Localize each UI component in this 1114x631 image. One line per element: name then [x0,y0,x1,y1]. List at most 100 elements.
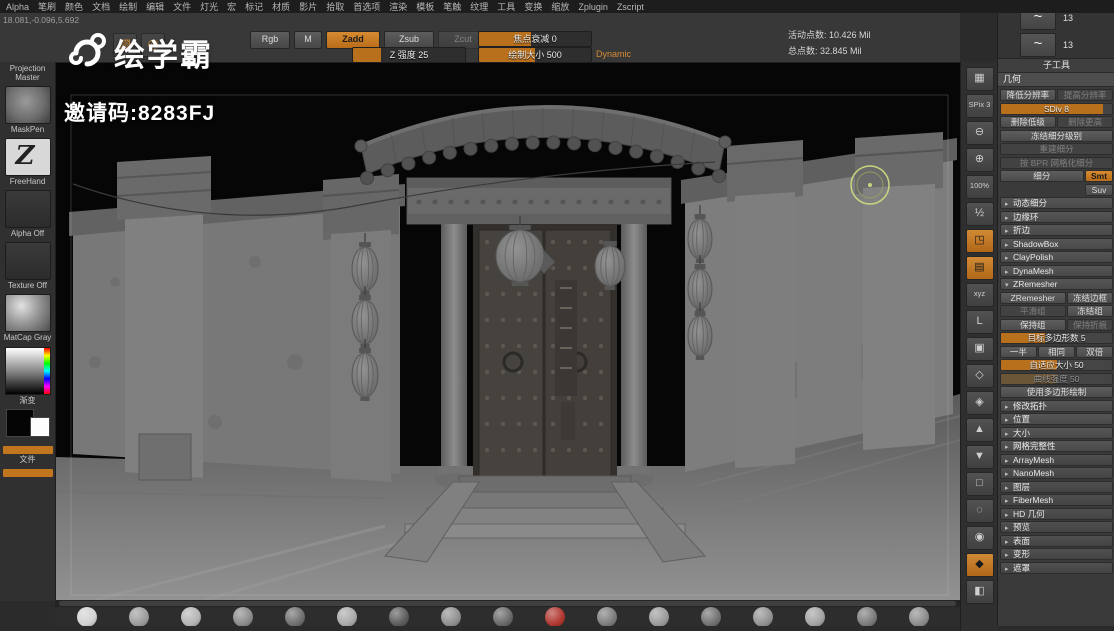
panel-slider[interactable]: 曲线强度 50 [1000,372,1113,385]
menu-item-13[interactable]: 首选项 [353,0,380,13]
panel-button[interactable]: 冻结细分级别 [1000,129,1113,142]
panel-button[interactable]: 提高分辨率 [1057,89,1113,101]
section-header[interactable]: ▸ DynaMesh [1000,264,1113,277]
stroke-preview-row[interactable]: ~ 13 [1020,33,1073,57]
mode-button-rgb[interactable]: Rgb [250,31,290,49]
menu-item-5[interactable]: 编辑 [146,0,164,13]
matcap-thumbnail[interactable] [337,607,357,626]
menu-item-1[interactable]: 笔刷 [38,0,56,13]
section-header[interactable]: ▸ 折边 [1000,224,1113,236]
ghost-button[interactable]: ◌ [965,499,994,523]
menu-item-14[interactable]: 渲染 [389,0,407,13]
geometry-section-header[interactable]: 几何 [998,73,1114,87]
panel-button[interactable]: 保持组 [1000,318,1066,331]
matcap-thumbnail[interactable] [233,607,253,626]
menu-item-4[interactable]: 绘制 [119,0,137,13]
menu-item-15[interactable]: 模板 [416,0,434,13]
move-down-button[interactable]: ▼ [965,445,994,469]
aa-half-button[interactable]: ½ [965,202,994,226]
panel-button[interactable]: 重建细分 [1000,143,1113,155]
panel-button[interactable]: 保持折痕 [1067,318,1113,331]
section-header[interactable]: ▸ 修改拓扑 [1000,399,1113,412]
matcap-thumbnail[interactable] [909,607,929,626]
panel-button[interactable]: 删除低级 [1000,116,1056,128]
panel-button[interactable]: ZRemesher [1000,291,1066,304]
matcap-thumbnail[interactable] [493,607,513,626]
panel-button[interactable]: 降低分辨率 [1000,89,1056,101]
matcap-thumbnail[interactable] [805,607,825,626]
matcap-thumbnail[interactable] [701,607,721,626]
matcap-thumbnail[interactable] [597,607,617,626]
mode-button-m[interactable]: M [294,31,322,49]
accent-bar-2[interactable] [2,469,53,477]
move-up-button[interactable]: ▲ [965,418,994,442]
menu-item-11[interactable]: 影片 [299,0,317,13]
perspective-button[interactable]: ◳ [965,229,994,253]
section-header[interactable]: ▸ 遮罩 [1000,561,1113,574]
gradient-label[interactable]: 渐变 [20,396,36,405]
frame-button[interactable]: ◇ [965,364,994,388]
matcap-thumbnail[interactable] [181,607,201,626]
floor-grid-button[interactable]: ▤ [965,256,994,280]
xpose-button[interactable]: ◧ [965,580,994,604]
section-header[interactable]: ▸ ArrayMesh [1000,453,1113,466]
menu-item-18[interactable]: 工具 [497,0,515,13]
maskpen-tool[interactable] [4,86,51,124]
horizontal-scrollbar[interactable] [55,600,960,607]
menu-item-9[interactable]: 标记 [245,0,263,13]
focal-shift-slider[interactable]: 焦点衰减 0 [478,31,592,47]
section-header[interactable]: ▸ 变形 [1000,548,1113,560]
panel-button[interactable]: 相同 [1038,345,1075,358]
draw-size-slider[interactable]: 绘制大小 500 [478,47,592,63]
panel-button[interactable]: 一半 [1000,345,1037,358]
menu-item-6[interactable]: 文件 [173,0,191,13]
matcap-thumbnail[interactable] [545,607,565,626]
zoom-in-button[interactable]: ⊕ [965,148,994,172]
accent-bar-1[interactable] [2,446,53,454]
panel-slider[interactable]: 目标多边形数 5 [1000,332,1113,344]
section-header[interactable]: ▸ 位置 [1000,413,1113,425]
matcap-thumbnail[interactable] [389,607,409,626]
matcap-thumbnail[interactable] [129,607,149,626]
z-intensity-slider[interactable]: Z 强度 25 [352,47,466,63]
transparency-button[interactable]: □ [965,472,994,496]
menu-item-7[interactable]: 灯光 [200,0,218,13]
lasso-select-icon[interactable]: ▧ [113,33,137,57]
gizmo-icon[interactable]: ◎ [141,33,165,57]
zoom-out-button[interactable]: ⊖ [965,121,994,145]
section-header[interactable]: ▸ 预览 [1000,521,1113,533]
panel-button[interactable]: 删除更高 [1057,116,1113,128]
matcap-thumbnail[interactable] [441,607,461,626]
section-header[interactable]: ▸ NanoMesh [1000,467,1113,479]
panel-button[interactable]: 细分 [1000,170,1084,182]
section-header[interactable]: ▸ FiberMesh [1000,494,1113,506]
hue-strip[interactable] [43,348,50,394]
panel-button[interactable]: 双倍 [1076,345,1114,358]
menu-item-20[interactable]: 缩放 [551,0,569,13]
menu-item-21[interactable]: Zplugin [578,2,608,12]
menu-item-16[interactable]: 笔触 [443,0,461,13]
section-header[interactable]: ▸ 边缘环 [1000,210,1113,223]
menu-item-17[interactable]: 纹理 [470,0,488,13]
section-header[interactable]: ▸ 动态细分 [1000,197,1113,209]
menu-item-12[interactable]: 拾取 [326,0,344,13]
menu-item-10[interactable]: 材质 [272,0,290,13]
dynamic-brush-toggle[interactable]: Dynamic [596,49,631,59]
lsym-button[interactable]: ▣ [965,337,994,361]
matcap-thumbnail[interactable] [285,607,305,626]
menu-item-19[interactable]: 变换 [524,0,542,13]
matcap-thumbnail[interactable] [857,607,877,626]
matcap-selector[interactable] [4,294,51,332]
section-header[interactable]: ▾ ZRemesher [1000,278,1113,290]
panel-button[interactable]: 使用多边形绘制 [1000,386,1113,398]
panel-button[interactable]: 冻结边框 [1067,291,1113,304]
freehand-stroke[interactable] [4,138,51,176]
panel-slider[interactable]: SDiv 8 [1000,102,1113,115]
scroll-doc-button[interactable]: ▦ [965,67,994,91]
solo-button[interactable]: ◉ [965,526,994,550]
color-picker[interactable] [4,347,51,395]
section-header[interactable]: ▸ HD 几何 [1000,507,1113,520]
menu-item-2[interactable]: 颜色 [65,0,83,13]
subtool-section-header[interactable]: 子工具 [998,59,1114,73]
menu-item-0[interactable]: Alpha [6,2,29,12]
